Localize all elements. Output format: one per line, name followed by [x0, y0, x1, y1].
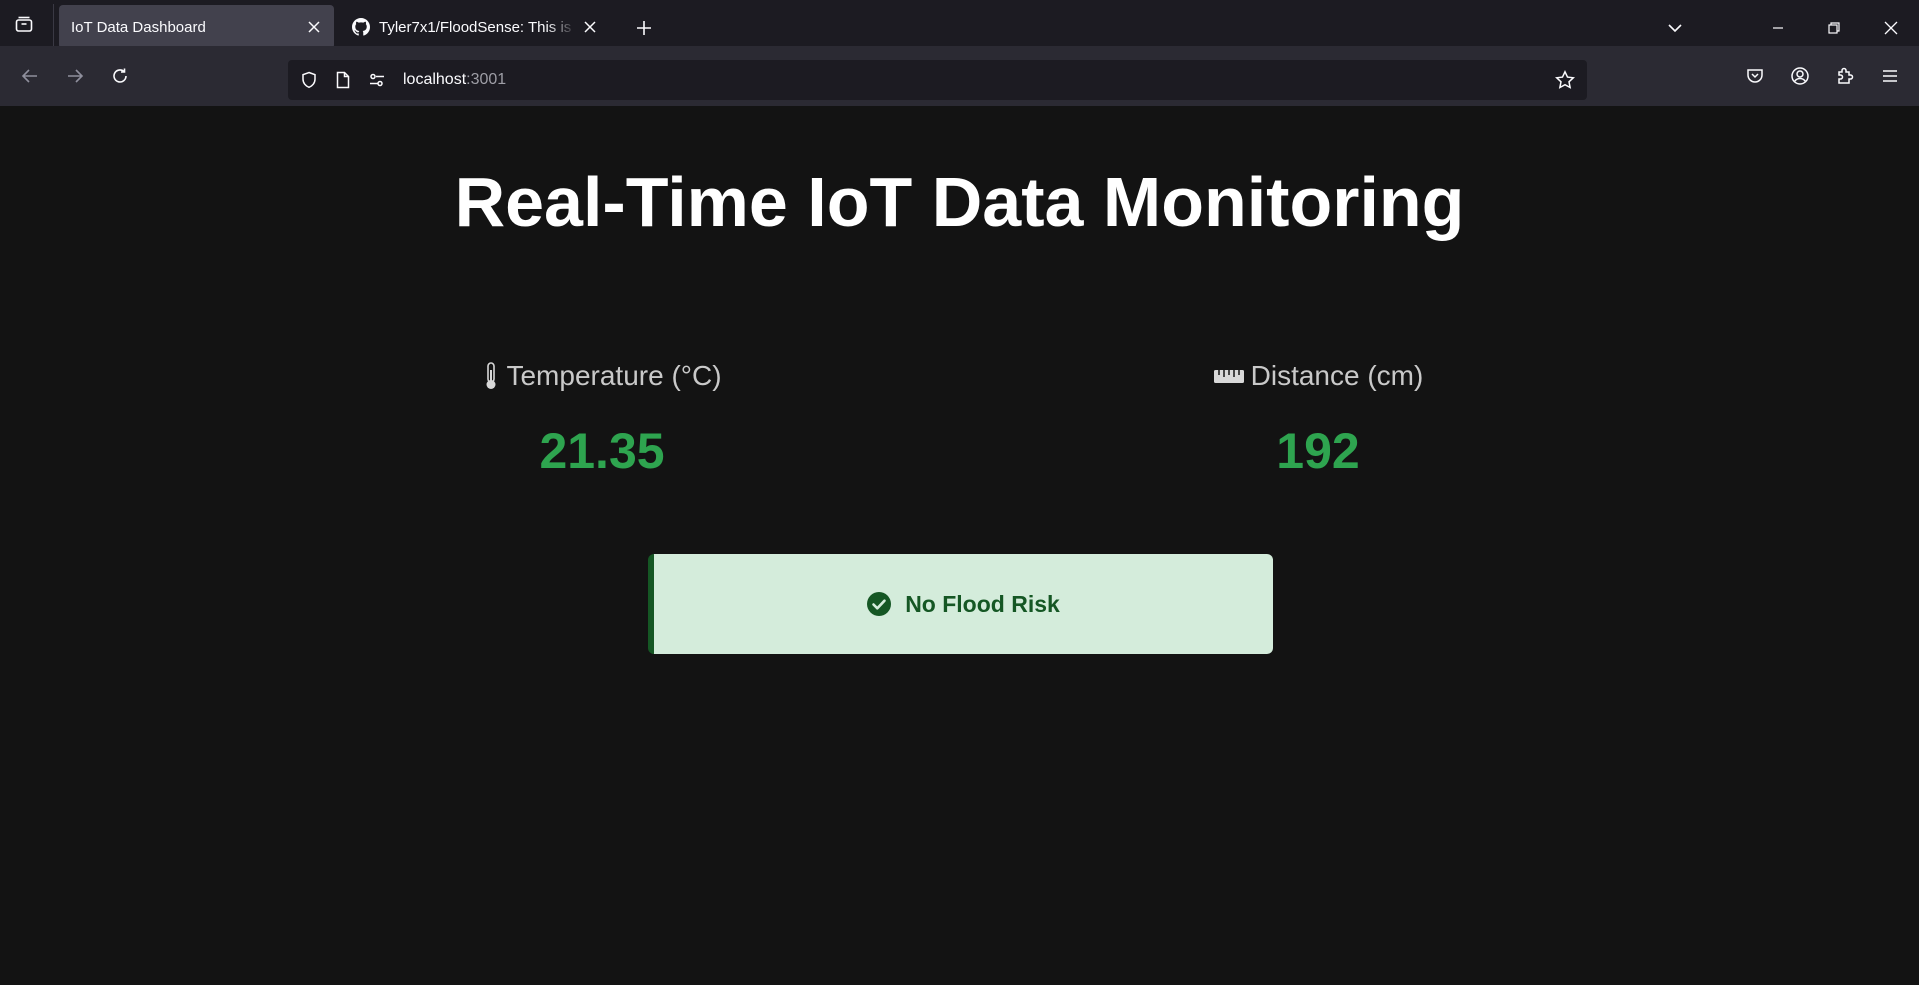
- temperature-value: 21.35: [539, 423, 665, 479]
- tab-separator: [53, 4, 54, 50]
- ruler-icon: [1213, 370, 1244, 383]
- url-host: localhost: [403, 71, 467, 88]
- page-title: Real-Time IoT Data Monitoring: [454, 163, 1465, 241]
- temperature-label: Temperature (°C): [506, 360, 722, 391]
- page-icon[interactable]: [329, 66, 357, 94]
- reload-button[interactable]: [102, 58, 138, 94]
- shield-icon[interactable]: [295, 66, 323, 94]
- thermometer-icon: [486, 362, 496, 389]
- close-icon: [1884, 21, 1898, 35]
- close-icon: [584, 21, 596, 33]
- menu-button[interactable]: [1872, 58, 1908, 94]
- temperature-label-row: Temperature (°C): [402, 360, 802, 392]
- restore-icon: [1828, 22, 1840, 34]
- hamburger-menu-icon: [1883, 70, 1897, 82]
- puzzle-icon: [1838, 67, 1854, 84]
- flood-status-banner: No Flood Risk: [648, 554, 1273, 654]
- pocket-icon: [1747, 69, 1763, 83]
- tab-github-floodsense[interactable]: Tyler7x1/FloodSense: This is a Flood: [345, 5, 610, 49]
- close-icon: [308, 21, 320, 33]
- url-text[interactable]: localhost:3001: [403, 71, 506, 89]
- page-content: Real-Time IoT Data Monitoring Temperatur…: [0, 106, 1919, 985]
- address-bar[interactable]: localhost:3001: [288, 60, 1587, 100]
- url-port: :3001: [466, 71, 507, 88]
- forward-button[interactable]: [57, 58, 93, 94]
- account-icon: [1791, 67, 1809, 85]
- tab-manager-button[interactable]: [8, 8, 40, 40]
- tab-iot-dashboard[interactable]: IoT Data Dashboard: [59, 5, 334, 49]
- reload-icon: [113, 68, 127, 83]
- back-button[interactable]: [12, 58, 48, 94]
- navigation-bar: localhost:3001: [0, 46, 1919, 106]
- arrow-right-icon: [68, 69, 84, 83]
- tab-close-button[interactable]: [300, 13, 328, 41]
- bookmark-star-button[interactable]: [1551, 66, 1579, 94]
- tab-title: IoT Data Dashboard: [71, 18, 206, 36]
- flood-status-text: No Flood Risk: [905, 590, 1060, 617]
- tab-manager-icon: [15, 16, 33, 32]
- account-button[interactable]: [1782, 58, 1818, 94]
- chevron-down-icon: [1668, 24, 1682, 33]
- tab-strip: IoT Data Dashboard Tyler7x1/FloodSense: …: [0, 0, 1919, 50]
- list-all-tabs-button[interactable]: [1655, 8, 1695, 48]
- extensions-button[interactable]: [1827, 58, 1863, 94]
- minimize-button[interactable]: [1758, 8, 1798, 48]
- distance-label: Distance (cm): [1250, 360, 1424, 391]
- plus-icon: [637, 21, 651, 35]
- pocket-button[interactable]: [1737, 58, 1773, 94]
- arrow-left-icon: [21, 69, 37, 83]
- new-tab-button[interactable]: [628, 12, 660, 44]
- site-permissions-icon[interactable]: [363, 66, 391, 94]
- star-icon: [1555, 70, 1575, 89]
- github-icon: [352, 18, 370, 36]
- distance-card: Distance (cm) 192: [1118, 360, 1518, 480]
- distance-value: 192: [1276, 423, 1360, 479]
- tab-title: Tyler7x1/FloodSense: This is a Flood: [379, 18, 576, 36]
- minimize-icon: [1773, 27, 1783, 29]
- tab-close-button[interactable]: [576, 13, 604, 41]
- distance-label-row: Distance (cm): [1118, 360, 1518, 392]
- restore-button[interactable]: [1814, 8, 1854, 48]
- check-circle-icon: [867, 592, 892, 616]
- temperature-card: Temperature (°C) 21.35: [402, 360, 802, 480]
- close-window-button[interactable]: [1871, 8, 1911, 48]
